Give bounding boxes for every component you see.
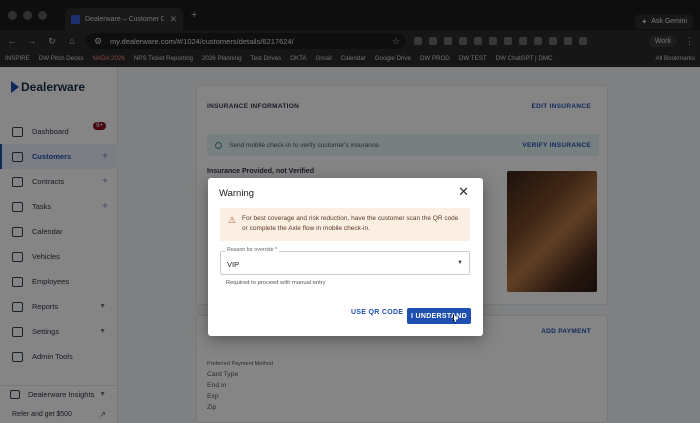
select-label: Reason for override *: [225, 247, 280, 253]
warning-text: For best coverage and risk reduction, ha…: [242, 215, 459, 232]
i-understand-button[interactable]: I UNDERSTAND: [407, 308, 471, 324]
override-reason-select[interactable]: Reason for override * VIP ▼: [220, 247, 470, 275]
close-icon[interactable]: ✕: [458, 184, 469, 200]
warning-icon: ⚠: [228, 215, 237, 225]
use-qr-code-button[interactable]: USE QR CODE: [351, 309, 403, 316]
screen: Dealerware – Customer Detai ✕ + ✦ Ask Ge…: [0, 0, 700, 423]
warning-alert: ⚠ For best coverage and risk reduction, …: [220, 208, 470, 241]
select-value: VIP: [227, 260, 240, 269]
dropdown-caret-icon: ▼: [457, 260, 463, 266]
helper-text: Required to proceed with manual entry: [226, 280, 326, 286]
dialog-title: Warning: [219, 188, 255, 199]
warning-dialog: Warning ✕ ⚠ For best coverage and risk r…: [208, 178, 483, 336]
